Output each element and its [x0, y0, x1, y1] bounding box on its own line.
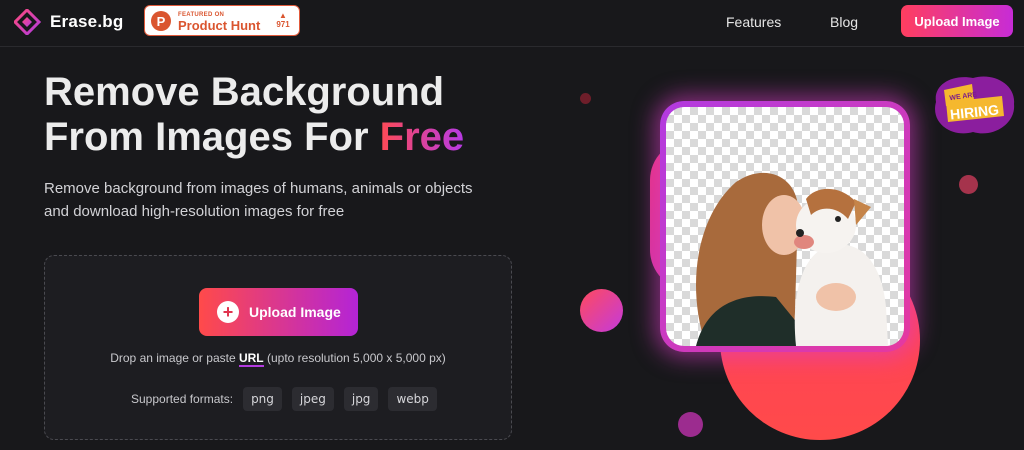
upload-image-button-label: Upload Image [249, 304, 341, 320]
hero-subtitle-line2: and download high-resolution images for … [44, 203, 345, 220]
decorative-dot-bottom [678, 412, 703, 437]
hero-subtitle: Remove background from images of humans,… [44, 177, 514, 223]
drop-instructions: Drop an image or paste URL (upto resolut… [45, 351, 511, 367]
format-chip-png: png [243, 387, 282, 411]
brand-logo[interactable]: Erase.bg [14, 9, 123, 35]
product-hunt-icon: P [151, 11, 171, 31]
product-hunt-badge[interactable]: P FEATURED ON Product Hunt ▲ 971 [144, 5, 300, 36]
vote-count: 971 [276, 20, 290, 29]
format-chip-jpg: jpg [343, 387, 379, 411]
hiring-badge-graphic: WE ARE HIRING [935, 76, 1015, 134]
hero-title: Remove Background From Images For Free [44, 70, 564, 160]
header-upload-image-button[interactable]: Upload Image [901, 5, 1013, 37]
hero-subtitle-line1: Remove background from images of humans,… [44, 180, 473, 197]
product-hunt-votes: ▲ 971 [269, 11, 297, 29]
woman-with-dog-illustration [696, 172, 888, 346]
product-hunt-name: Product Hunt [178, 18, 261, 33]
erase-bg-logo-icon [14, 9, 42, 35]
hero-title-line2: From Images For [44, 115, 369, 159]
hero-title-line1: Remove Background [44, 70, 445, 114]
format-chip-webp: webp [388, 387, 437, 411]
upvote-arrow-icon: ▲ [279, 11, 287, 20]
top-navigation: Erase.bg P FEATURED ON Product Hunt ▲ 97… [0, 0, 1024, 47]
decorative-dot-mid [580, 289, 623, 332]
nav-blog-link[interactable]: Blog [830, 14, 858, 30]
paste-url-link[interactable]: URL [238, 351, 264, 367]
upload-dropzone[interactable]: + Upload Image Drop an image or paste UR… [44, 255, 512, 440]
transparent-background-preview [666, 107, 904, 346]
example-result-frame [660, 101, 910, 352]
decorative-dot-top [580, 93, 591, 104]
drop-text-before: Drop an image or paste [110, 351, 236, 365]
we-are-hiring-badge[interactable]: WE ARE HIRING [928, 72, 1018, 138]
nav-features-link[interactable]: Features [726, 14, 781, 30]
upload-image-button[interactable]: + Upload Image [199, 288, 358, 336]
plus-icon: + [217, 301, 239, 323]
format-chip-jpeg: jpeg [291, 387, 334, 411]
brand-name: Erase.bg [50, 12, 124, 31]
drop-text-after: (upto resolution 5,000 x 5,000 px) [266, 351, 446, 365]
hero-title-highlight: Free [379, 115, 465, 159]
decorative-dot-right [959, 175, 978, 194]
formats-label: Supported formats: [131, 392, 234, 406]
supported-formats: Supported formats: png jpeg jpg webp [131, 387, 437, 411]
